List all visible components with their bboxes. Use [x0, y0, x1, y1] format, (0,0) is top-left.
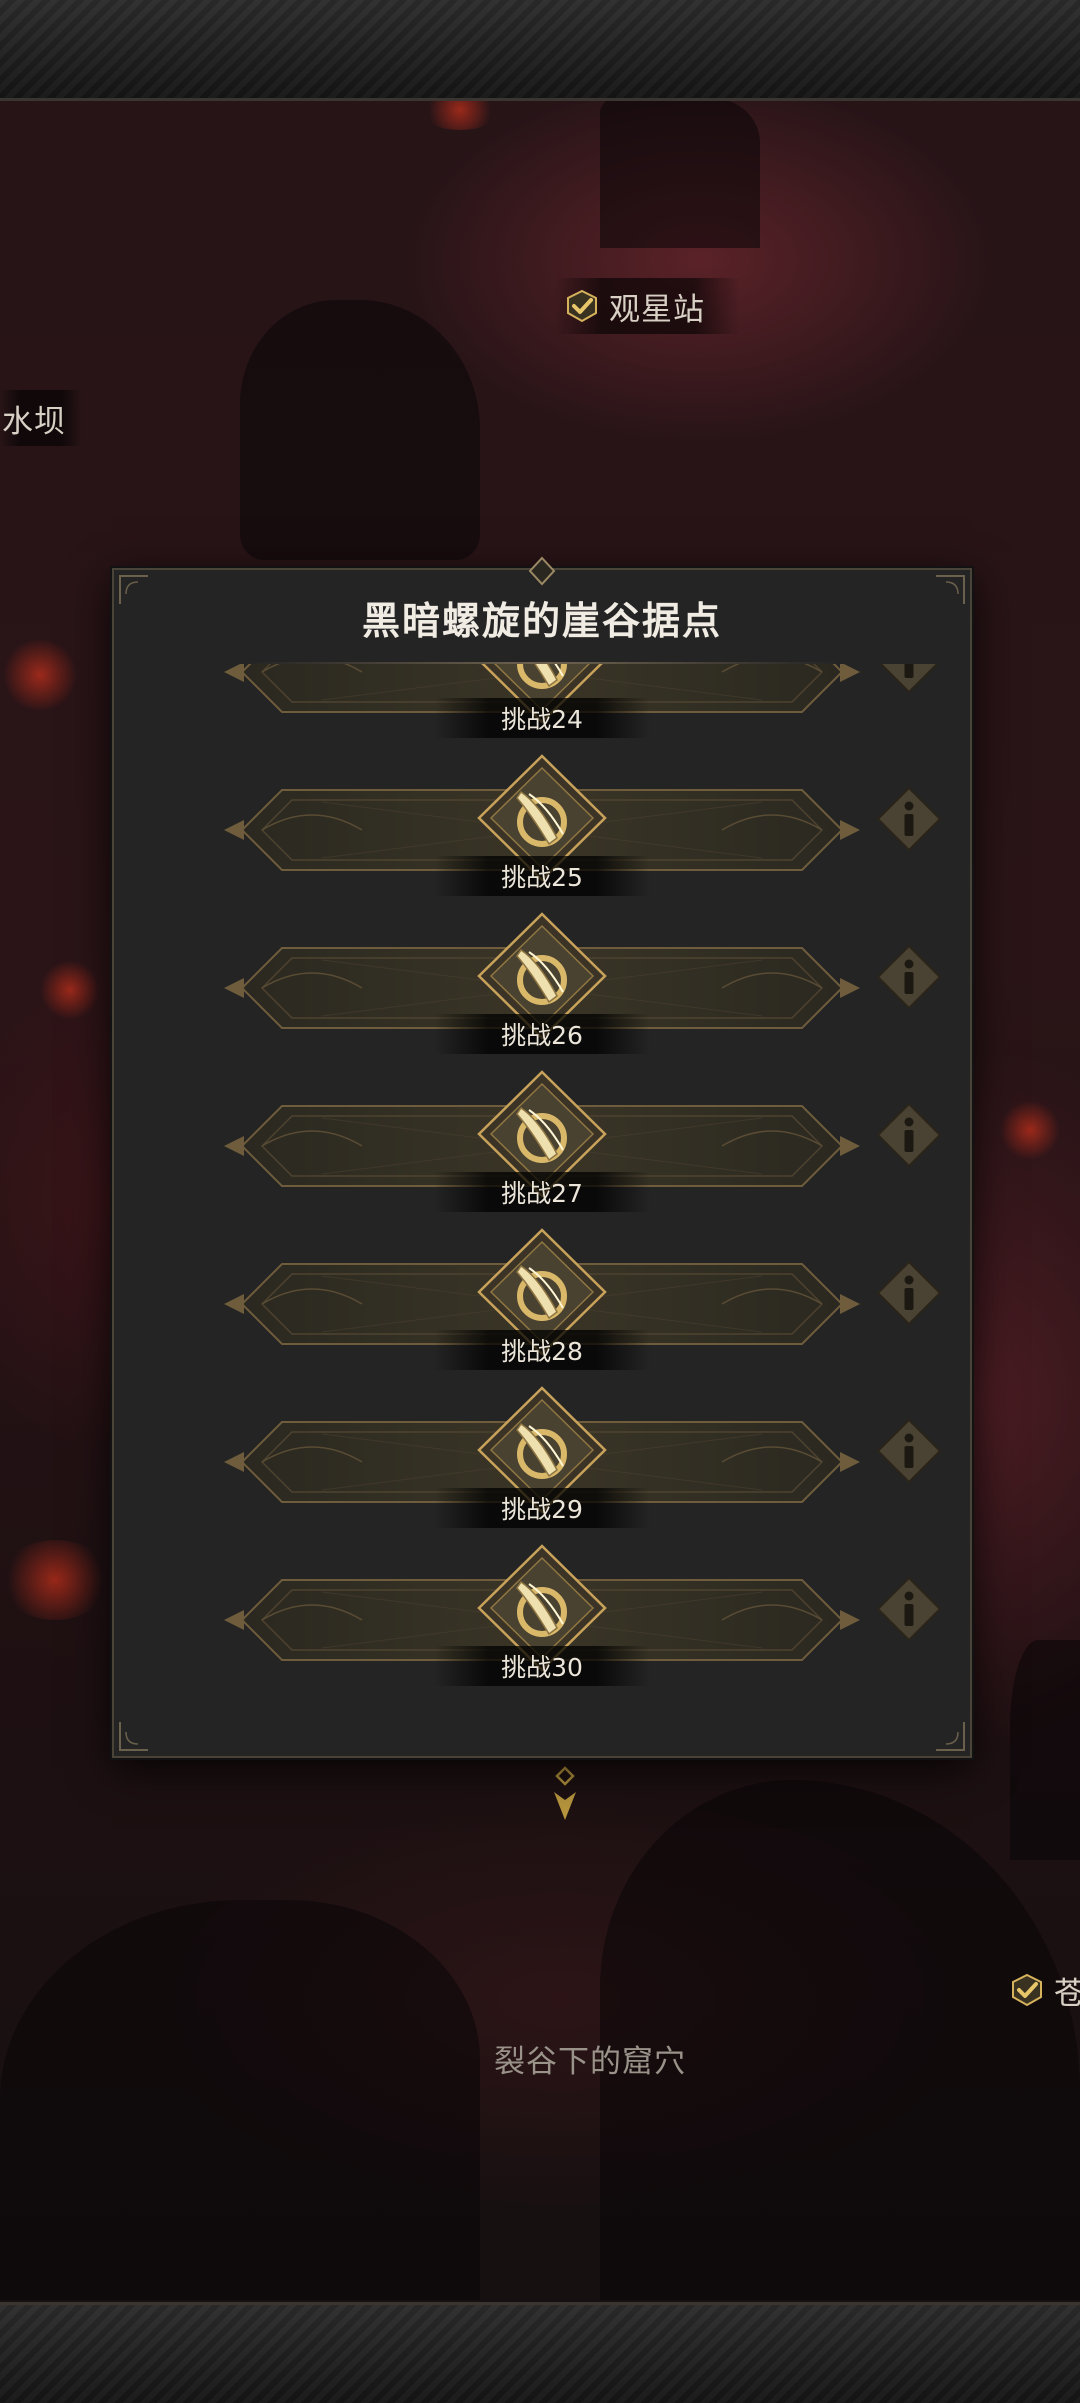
map-location-dam[interactable]: 水坝: [0, 390, 82, 446]
mountain-silhouette: [0, 1900, 480, 2300]
location-name: 水坝: [2, 403, 66, 440]
top-bar: [0, 0, 1080, 101]
bottom-bar: [0, 2302, 1080, 2403]
map-location-observatory[interactable]: 观星站: [555, 278, 740, 334]
map-location-partial[interactable]: 苍: [1010, 1962, 1080, 2018]
lava-glow: [0, 640, 80, 710]
castle-silhouette: [600, 98, 760, 248]
info-icon[interactable]: [874, 942, 944, 1012]
challenge-row[interactable]: 挑战30: [114, 1542, 970, 1700]
lava-glow: [0, 1540, 110, 1620]
check-icon: [565, 289, 599, 323]
location-name: 裂谷下的窟穴: [494, 2043, 686, 2080]
info-icon[interactable]: [874, 1574, 944, 1644]
challenge-row[interactable]: 挑战25: [114, 752, 970, 910]
challenge-row[interactable]: 挑战27: [114, 1068, 970, 1226]
down-arrow-marker-icon[interactable]: [546, 1766, 584, 1824]
rock-formation: [240, 300, 480, 560]
challenge-row[interactable]: 挑战28: [114, 1226, 970, 1384]
map-location-cave[interactable]: 裂谷下的窟穴: [470, 2030, 710, 2086]
challenge-label: 挑战30: [434, 1646, 650, 1686]
info-icon[interactable]: [874, 664, 944, 696]
challenge-label: 挑战27: [434, 1172, 650, 1212]
statue-silhouette: [1010, 1640, 1080, 1860]
check-icon: [1010, 1973, 1044, 2007]
info-icon[interactable]: [874, 1416, 944, 1486]
info-icon[interactable]: [874, 784, 944, 854]
challenge-label: 挑战26: [434, 1014, 650, 1054]
lava-glow: [1000, 1100, 1060, 1160]
challenge-label: 挑战28: [434, 1330, 650, 1370]
location-name: 苍: [1054, 1975, 1080, 2012]
info-icon[interactable]: [874, 1258, 944, 1328]
challenge-label: 挑战29: [434, 1488, 650, 1528]
location-name: 观星站: [609, 291, 705, 328]
stronghold-modal: 黑暗螺旋的崖谷据点 挑战24 挑战25 挑战26 挑战27 挑战28 挑战29 …: [112, 556, 972, 1758]
challenge-row[interactable]: 挑战24: [114, 664, 970, 752]
challenge-label: 挑战25: [434, 856, 650, 896]
challenge-row[interactable]: 挑战29: [114, 1384, 970, 1542]
challenge-row[interactable]: 挑战26: [114, 910, 970, 1068]
challenge-list[interactable]: 挑战24 挑战25 挑战26 挑战27 挑战28 挑战29 挑战30: [114, 664, 970, 1744]
lava-glow: [40, 960, 100, 1020]
info-icon[interactable]: [874, 1100, 944, 1170]
challenge-label: 挑战24: [434, 698, 650, 738]
modal-header: 黑暗螺旋的崖谷据点: [114, 570, 970, 664]
modal-title: 黑暗螺旋的崖谷据点: [361, 598, 722, 643]
